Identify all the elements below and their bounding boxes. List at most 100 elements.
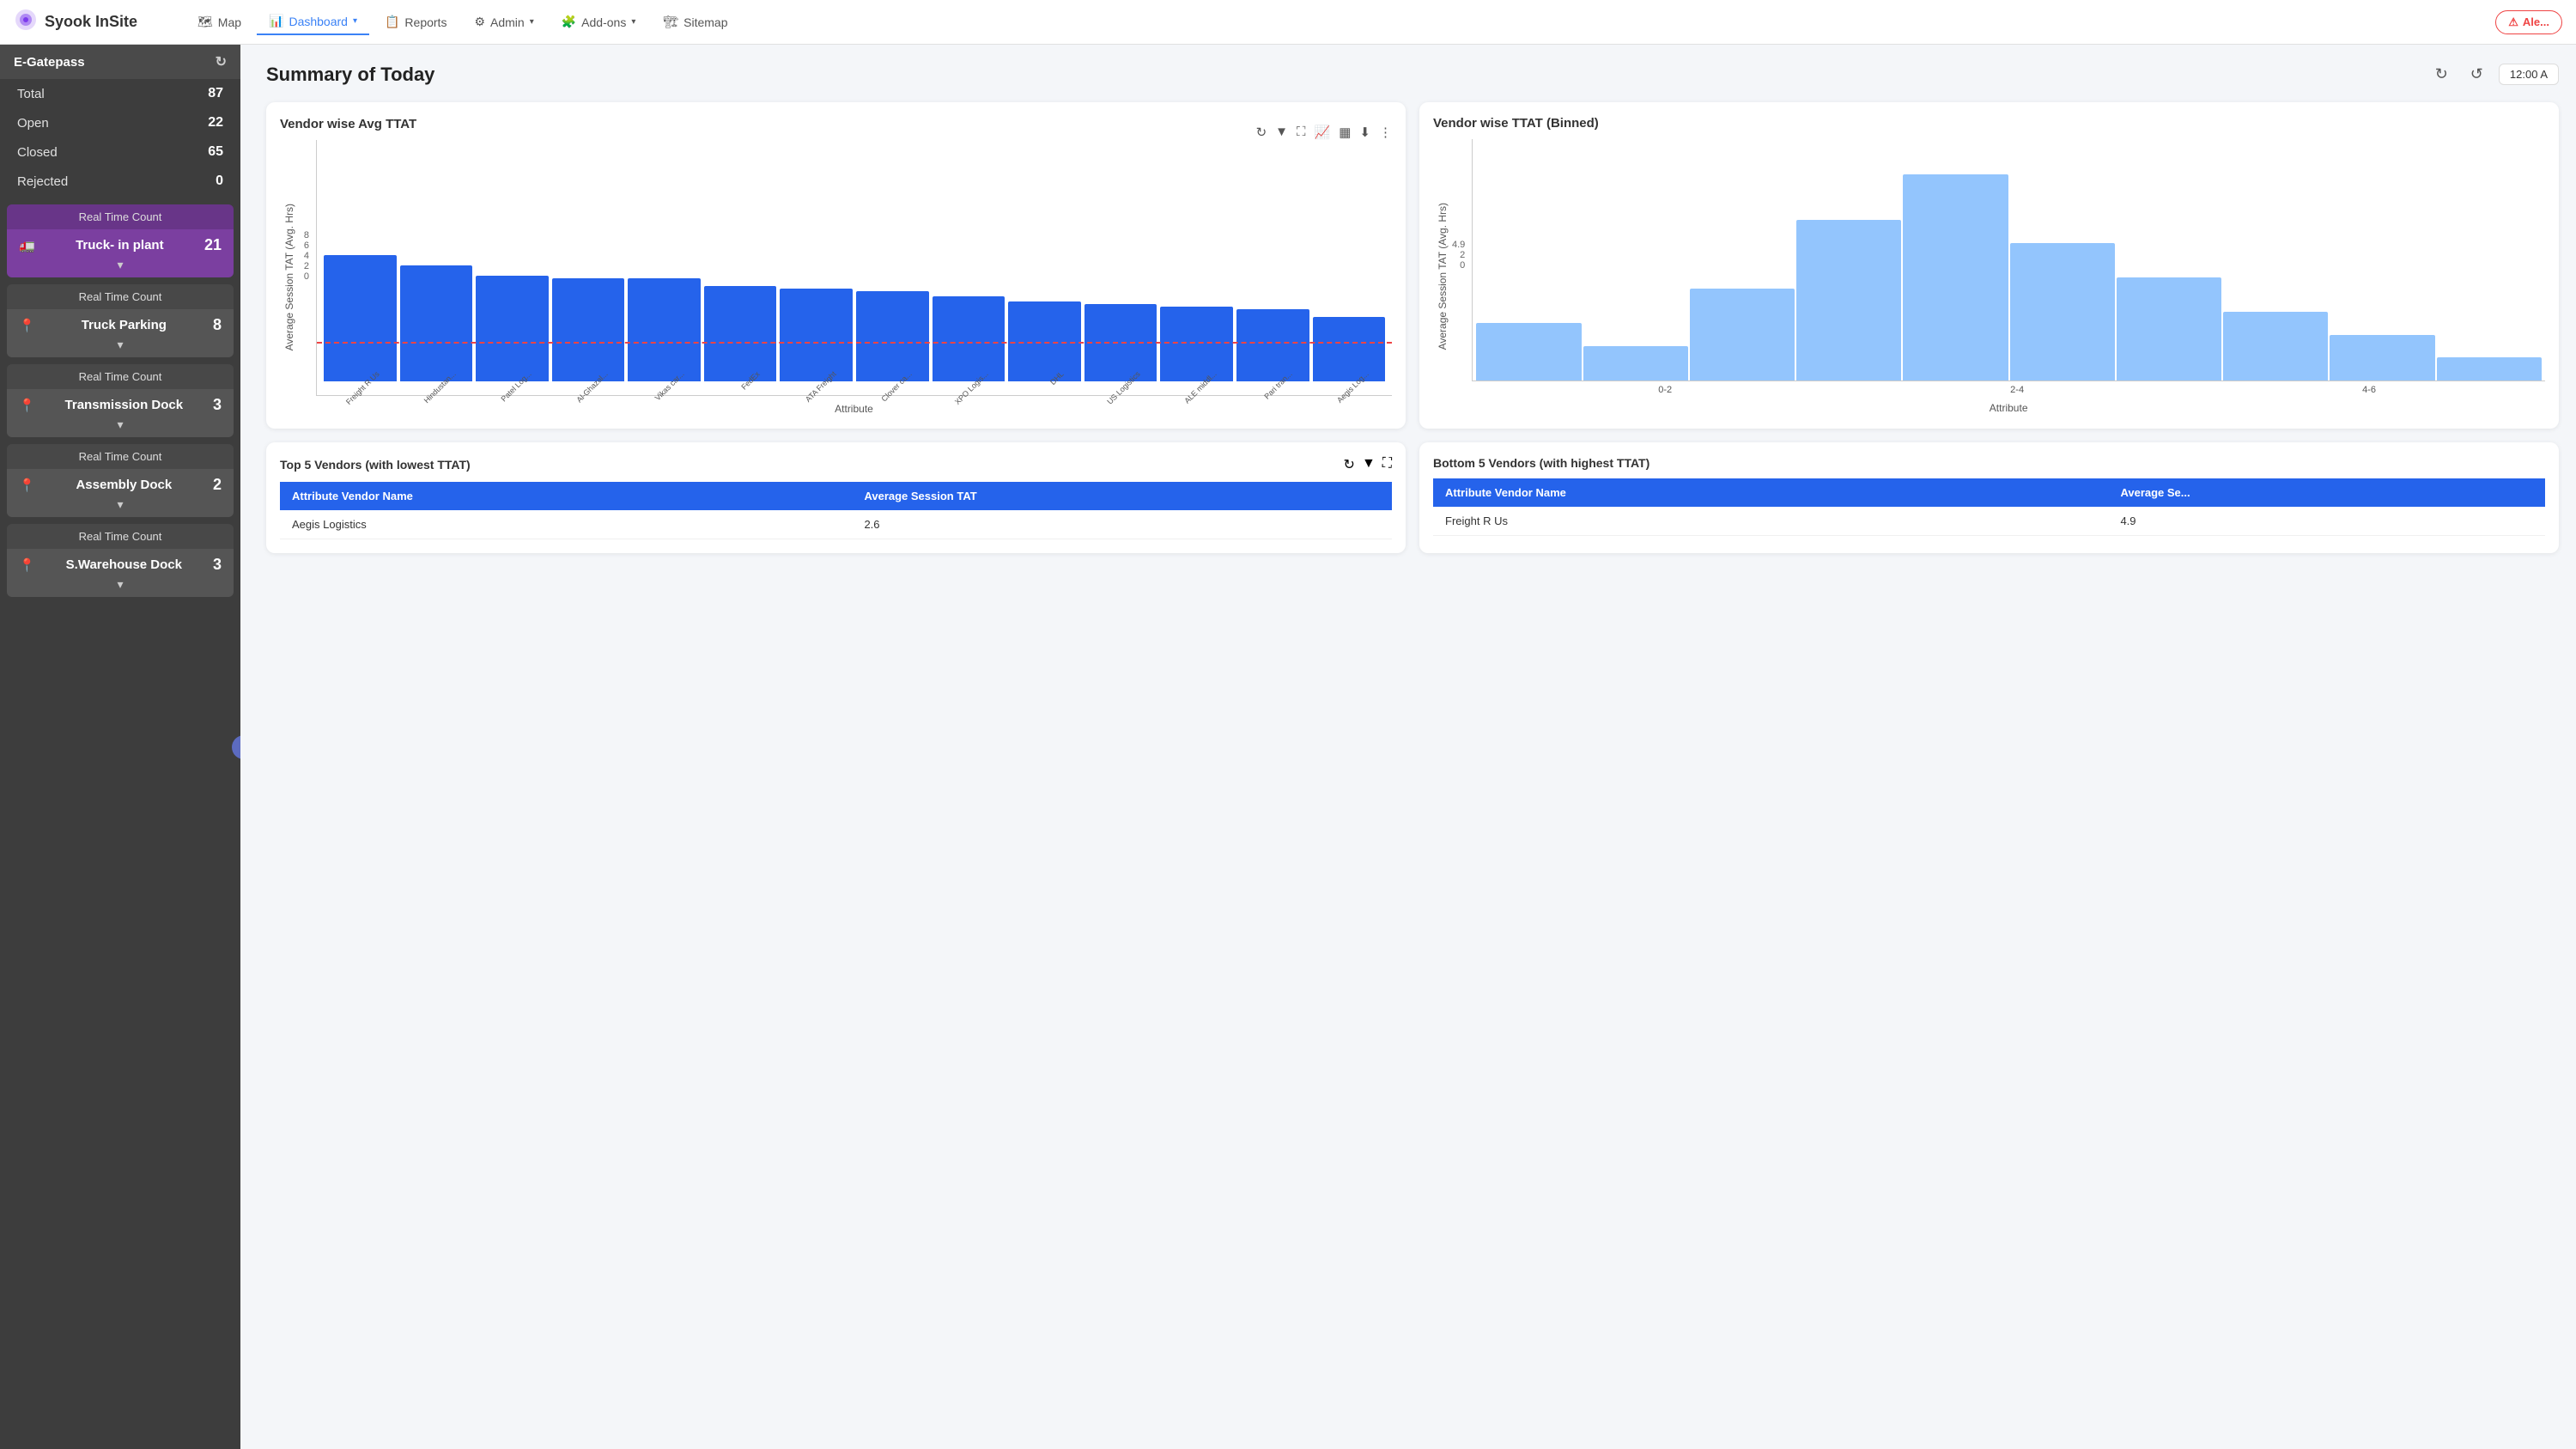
table-icon[interactable]: ▦ [1339, 125, 1351, 140]
col-tat: Average Session TAT [852, 482, 1392, 510]
rtc-location-icon: 📍 [19, 398, 35, 413]
admin-icon: ⚙ [474, 15, 485, 29]
bar-item[interactable]: FedEx [704, 286, 777, 395]
x-tick: 2-4 [2010, 385, 2024, 395]
binned-bar [2437, 357, 2542, 381]
refresh-button[interactable]: ↻ [2428, 62, 2455, 87]
bar-item[interactable]: XPO Logis... [933, 296, 1005, 395]
nav-addons[interactable]: 🧩 Add-ons ▾ [550, 9, 648, 34]
rtc-card-transmission-dock[interactable]: Real Time Count 📍 Transmission Dock 3 ▾ [7, 364, 234, 437]
rtc-card-label: Real Time Count [7, 444, 234, 469]
rtc-card-label: Real Time Count [7, 284, 234, 309]
top5-vendors-table: Attribute Vendor Name Average Session TA… [280, 482, 1392, 539]
binned-bar [2010, 243, 2115, 381]
sidebar-toggle-button[interactable]: ‹ [232, 735, 240, 759]
bar-item[interactable]: Pari tran... [1236, 309, 1309, 395]
expand-chevron[interactable]: ▾ [7, 258, 234, 277]
table-row: Aegis Logistics2.6 [280, 510, 1392, 539]
y-axis-wrapper: Average Session TAT (Avg. Hrs) 86420 [280, 140, 316, 415]
table-row: Freight R Us4.9 [1433, 507, 2545, 536]
bar-item[interactable]: Hindustan... [400, 265, 473, 395]
bar-fill [476, 276, 549, 381]
time-badge: 12:00 A [2499, 64, 2559, 85]
y-tick: 0 [1460, 260, 1465, 271]
bar-fill [1160, 307, 1233, 381]
tat-value: 4.9 [2108, 507, 2545, 536]
bottom5-vendors-card: Bottom 5 Vendors (with highest TTAT) Att… [1419, 442, 2559, 553]
brand-icon [14, 8, 38, 37]
bar-item[interactable]: Freight R Us [324, 255, 397, 395]
stat-total: Total 87 [0, 79, 240, 108]
bar-item[interactable]: ATA Freight [780, 289, 853, 395]
top5-actions: ↻ ▼ ⛶ [1344, 456, 1392, 473]
rtc-card-truck-parking[interactable]: Real Time Count 📍 Truck Parking 8 ▾ [7, 284, 234, 357]
rtc-card-count: 21 [204, 236, 222, 254]
nav-items: 🗺 Map 📊 Dashboard ▾ 📋 Reports ⚙ Admin ▾ … [185, 9, 2495, 35]
filter-icon[interactable]: ▼ [1275, 125, 1288, 140]
expand-icon[interactable]: ⛶ [1382, 456, 1392, 473]
nav-dashboard[interactable]: 📊 Dashboard ▾ [257, 9, 369, 35]
refresh-chart-icon[interactable]: ↻ [1256, 125, 1267, 140]
rtc-card-swarehouse-dock[interactable]: Real Time Count 📍 S.Warehouse Dock 3 ▾ [7, 524, 234, 597]
bar-fill [780, 289, 853, 381]
rtc-card-assembly-dock[interactable]: Real Time Count 📍 Assembly Dock 2 ▾ [7, 444, 234, 517]
rtc-card-count: 3 [213, 556, 222, 574]
rtc-card-label: Real Time Count [7, 204, 234, 229]
bar-item[interactable]: Patel Log... [476, 276, 549, 395]
bar-item[interactable]: US Logistics [1084, 304, 1157, 395]
rtc-card-count: 8 [213, 316, 222, 334]
binned-bar [1476, 323, 1581, 381]
y-tick: 4 [304, 251, 309, 261]
page-header: Summary of Today ↻ ↺ 12:00 A [266, 62, 2559, 87]
bar-item[interactable]: Vikas car... [628, 278, 701, 395]
bar-fill [1084, 304, 1157, 381]
rtc-cards-section: Real Time Count 🚛 Truck- in plant 21 ▾ R… [0, 204, 240, 597]
bar-item[interactable]: Al-Ghazal... [552, 278, 625, 395]
brand-name: Syook InSite [45, 13, 137, 31]
stat-closed: Closed 65 [0, 137, 240, 167]
x-tick: 4-6 [2362, 385, 2376, 395]
rtc-card-truck-plant[interactable]: Real Time Count 🚛 Truck- in plant 21 ▾ [7, 204, 234, 277]
y-axis-wrapper-binned: Average Session TAT (Avg. Hrs) 4.920 [1433, 139, 1472, 414]
binned-xaxis: 0-22-44-6 [1472, 381, 2545, 395]
table-header-row: Attribute Vendor Name Average Session TA… [280, 482, 1392, 510]
col-tat: Average Se... [2108, 478, 2545, 507]
binned-bar [1903, 174, 2008, 381]
bar-fill [704, 286, 777, 381]
expand-chevron[interactable]: ▾ [7, 577, 234, 597]
bar-fill [1236, 309, 1309, 381]
more-icon[interactable]: ⋮ [1379, 125, 1392, 140]
bar-chart-container: Average Session TAT (Avg. Hrs) 86420 Fre… [280, 140, 1392, 415]
nav-sitemap[interactable]: 🏗 Sitemap [651, 9, 739, 34]
download-icon[interactable]: ⬇ [1359, 125, 1370, 140]
sidebar: E-Gatepass ↻ Total 87 Open 22 Closed 65 … [0, 45, 240, 1449]
col-vendor-name: Attribute Vendor Name [1433, 478, 2108, 507]
undo-button[interactable]: ↺ [2464, 62, 2490, 87]
chart-type-icon[interactable]: 📈 [1315, 125, 1331, 140]
expand-chevron[interactable]: ▾ [7, 497, 234, 517]
expand-chevron[interactable]: ▾ [7, 417, 234, 437]
nav-map[interactable]: 🗺 Map [185, 9, 253, 34]
expand-chevron[interactable]: ▾ [7, 338, 234, 357]
bar-item[interactable]: ALE middl... [1160, 307, 1233, 395]
binned-bar [1690, 289, 1795, 381]
y-tick: 6 [304, 240, 309, 251]
sidebar-refresh-icon[interactable]: ↻ [216, 53, 227, 70]
vendor-ttat-binned-title: Vendor wise TTAT (Binned) [1433, 116, 2545, 131]
binned-chart-main: 0-22-44-6 Attribute [1472, 139, 2545, 414]
y-axis-ticks: 86420 [299, 230, 316, 325]
vendor-name: Aegis Logistics [280, 510, 852, 539]
chevron-down-icon: ▾ [530, 17, 534, 27]
filter-icon[interactable]: ▼ [1362, 456, 1376, 473]
nav-reports[interactable]: 📋 Reports [373, 9, 459, 34]
refresh-icon[interactable]: ↻ [1344, 456, 1355, 473]
page-header-actions: ↻ ↺ 12:00 A [2428, 62, 2559, 87]
alert-button[interactable]: ⚠ Ale... [2495, 10, 2562, 34]
bar-item[interactable]: Aegis Log... [1313, 317, 1386, 395]
expand-icon[interactable]: ⛶ [1297, 125, 1306, 140]
bar-item[interactable]: DHL [1008, 301, 1081, 395]
vendor-name: Freight R Us [1433, 507, 2108, 536]
bar-item[interactable]: Clover ca... [856, 291, 929, 395]
binned-chart-container: Average Session TAT (Avg. Hrs) 4.920 0-2… [1433, 139, 2545, 414]
nav-admin[interactable]: ⚙ Admin ▾ [462, 9, 545, 34]
